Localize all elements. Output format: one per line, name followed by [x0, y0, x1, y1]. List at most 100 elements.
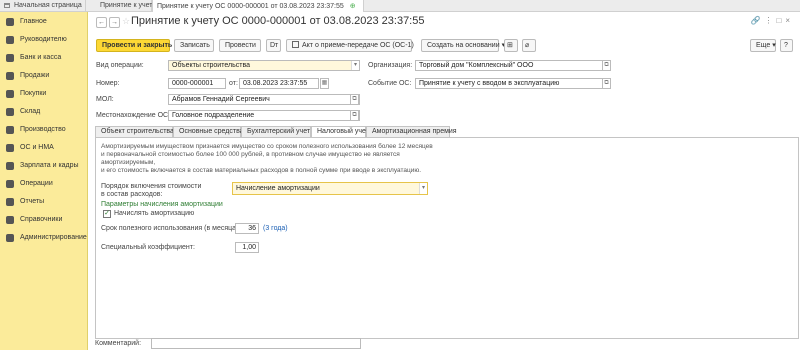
tab-os-document-label: Принятие к учету ОС 0000-000001 от 03.08…	[157, 3, 344, 10]
location-value: Головное подразделение	[172, 112, 255, 119]
sidebar-item-bank[interactable]: Банк и касса	[0, 51, 88, 65]
link-icon[interactable]: 🔗	[751, 16, 765, 25]
order-label: Порядок включения стоимости в состав расх…	[101, 183, 201, 199]
help-button[interactable]: ?	[780, 39, 793, 52]
page-title: Принятие к учету ОС 0000-000001 от 03.08…	[131, 15, 425, 27]
location-label: Местонахождение ОС:	[96, 112, 171, 119]
sidebar-item-label: Главное	[20, 18, 47, 25]
factory-icon	[6, 126, 14, 134]
more-button[interactable]: Еще ▾	[750, 39, 776, 52]
open-icon[interactable]: ⧉	[602, 78, 611, 89]
expense-order-select[interactable]: Начисление амортизации ▾	[232, 182, 428, 195]
sidebar-item-label: Отчеты	[20, 198, 45, 205]
special-coef-field[interactable]: 1,00	[235, 242, 259, 253]
sidebar-item-label: Склад	[20, 108, 41, 115]
useful-life-label: Срок полезного использования (в месяцах)…	[101, 225, 244, 232]
post-and-close-button[interactable]: Провести и закрыть	[96, 39, 172, 52]
tab-home[interactable]: Начальная страница	[0, 0, 86, 12]
tab-os-list[interactable]: Принятие к учету ОС ×	[86, 0, 179, 12]
event-value: Принятие к учету с вводом в эксплуатацию	[419, 80, 560, 87]
print-act-button[interactable]: Акт о приеме-передаче ОС (ОС-1)	[286, 39, 414, 52]
back-button[interactable]: ←	[96, 17, 107, 28]
maximize-icon[interactable]: □	[776, 16, 785, 25]
favorite-star-icon[interactable]: ☆	[122, 16, 130, 27]
basket-icon	[6, 90, 14, 98]
chevron-down-icon[interactable]: ▾	[419, 183, 427, 194]
sidebar-item-payroll[interactable]: Зарплата и кадры	[0, 159, 88, 173]
event-field[interactable]: Принятие к учету с вводом в эксплуатацию…	[415, 78, 611, 89]
sidebar-item-warehouse[interactable]: Склад	[0, 105, 88, 119]
operation-value: Объекты строительства	[172, 62, 250, 69]
post-button[interactable]: Провести	[219, 39, 261, 52]
sidebar-item-production[interactable]: Производство	[0, 123, 88, 137]
sidebar-item-operations[interactable]: Операции	[0, 177, 88, 191]
create-based-on-button[interactable]: Создать на основании ▾	[421, 39, 505, 52]
special-coef-label: Специальный коэффициент:	[101, 244, 195, 251]
structure-button[interactable]: ⊞	[504, 39, 518, 52]
useful-life-field[interactable]: 36	[235, 223, 259, 234]
date-value: 03.08.2023 23:37:55	[243, 80, 308, 87]
org-field[interactable]: Торговый дом "Комплексный" ООО▾	[415, 60, 611, 71]
info-note: Амортизируемым имуществом признается иму…	[101, 143, 441, 175]
open-icon[interactable]: ⧉	[350, 110, 359, 121]
accrue-depreciation-label: Начислять амортизацию	[114, 210, 195, 217]
chart-icon	[6, 36, 14, 44]
close-icon[interactable]: ×	[785, 16, 794, 25]
location-field[interactable]: Головное подразделение▾	[168, 110, 360, 121]
org-value: Торговый дом "Комплексный" ООО	[419, 62, 534, 69]
print-act-label: Акт о приеме-передаче ОС (ОС-1)	[302, 42, 414, 49]
gear-icon	[6, 234, 14, 242]
ledger-icon: Dт	[270, 42, 279, 49]
calendar-icon[interactable]: ▦	[320, 78, 329, 89]
chevron-down-icon[interactable]: ▾	[351, 61, 359, 70]
open-icon[interactable]: ⧉	[350, 94, 359, 105]
org-label: Организация:	[368, 62, 413, 69]
sidebar-item-assets[interactable]: ОС и НМА	[0, 141, 88, 155]
operation-select[interactable]: Объекты строительства ▾	[168, 60, 360, 71]
window-controls: 🔗⋮□×	[751, 16, 794, 25]
mol-field[interactable]: Абрамов Геннадий Сергеевич▾	[168, 94, 360, 105]
date-field[interactable]: 03.08.2023 23:37:55	[239, 78, 319, 89]
more-vert-icon[interactable]: ⋮	[764, 16, 776, 25]
attach-button[interactable]: ⌀	[522, 39, 536, 52]
sidebar-item-admin[interactable]: Администрирование	[0, 231, 88, 245]
operations-icon	[6, 180, 14, 188]
sidebar-item-label: Справочники	[20, 216, 63, 223]
sidebar-item-label: Администрирование	[20, 234, 87, 241]
sidebar-item-label: Зарплата и кадры	[20, 162, 79, 169]
paperclip-icon: ⌀	[525, 42, 530, 49]
comment-label: Комментарий:	[95, 340, 142, 347]
info-note-line: и его стоимость включается в состав мате…	[101, 167, 422, 174]
sidebar-item-label: Продажи	[20, 72, 50, 79]
menu-icon	[6, 18, 14, 26]
sidebar-item-label: Покупки	[20, 90, 47, 97]
open-icon[interactable]: ⧉	[602, 60, 611, 71]
sidebar-item-director[interactable]: Руководителю	[0, 33, 88, 47]
book-icon	[6, 216, 14, 224]
expense-order-value: Начисление амортизации	[236, 185, 320, 192]
tax-accounting-panel: Амортизируемым имуществом признается иму…	[95, 137, 799, 339]
sidebar-item-sales[interactable]: Продажи	[0, 69, 88, 83]
sidebar-item-label: Руководителю	[20, 36, 67, 43]
sidebar-item-main[interactable]: Главное	[0, 15, 88, 29]
post-entries-button[interactable]: Dт	[266, 39, 281, 52]
save-button[interactable]: Записать	[174, 39, 214, 52]
sidebar-item-label: Операции	[20, 180, 53, 187]
sidebar-item-purchases[interactable]: Покупки	[0, 87, 88, 101]
mol-label: МОЛ:	[96, 96, 114, 103]
sidebar-item-label: ОС и НМА	[20, 144, 54, 151]
number-field[interactable]: 0000-000001	[168, 78, 226, 89]
sidebar-item-label: Производство	[20, 126, 66, 133]
pin-icon[interactable]: ⊕	[350, 3, 356, 10]
tab-os-document[interactable]: Принятие к учету ОС 0000-000001 от 03.08…	[152, 0, 364, 12]
info-note-line: Амортизируемым имуществом признается иму…	[101, 143, 433, 150]
document-form: ← → ☆ Принятие к учету ОС 0000-000001 от…	[88, 12, 800, 350]
forward-button[interactable]: →	[109, 17, 120, 28]
sidebar-item-references[interactable]: Справочники	[0, 213, 88, 227]
comment-field[interactable]	[151, 338, 361, 349]
accrue-depreciation-checkbox[interactable]: ✓	[103, 210, 111, 218]
sidebar: Главное Руководителю Банк и касса Продаж…	[0, 12, 88, 350]
window-tab-bar: Начальная страница Принятие к учету ОС ×…	[0, 0, 800, 12]
sidebar-item-reports[interactable]: Отчеты	[0, 195, 88, 209]
people-icon	[6, 162, 14, 170]
